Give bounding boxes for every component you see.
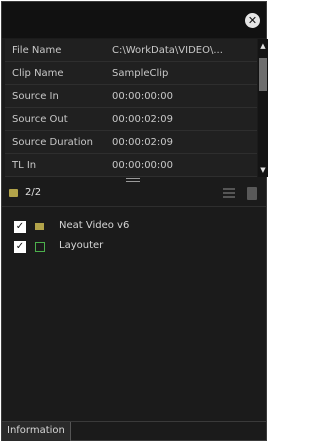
effect-label: Layouter — [59, 240, 104, 251]
table-row: Source In 00:00:00:00 — [5, 85, 257, 108]
property-name: Source Out — [12, 113, 68, 125]
trash-icon[interactable] — [247, 187, 257, 200]
resize-handle[interactable] — [126, 178, 140, 182]
effects-list: ✓ Neat Video v6 ✓ Layouter — [2, 207, 266, 421]
property-value: C:\WorkData\VIDEO\... — [112, 44, 223, 56]
bottom-tab-bar: Information — [2, 421, 266, 441]
property-value: 00:00:00:00 — [112, 90, 174, 102]
list-icon[interactable] — [223, 188, 235, 198]
panel-header: ✕ — [2, 2, 266, 38]
table-row: Source Duration 00:00:02:09 — [5, 131, 257, 154]
property-value: 00:00:02:09 — [112, 136, 174, 148]
scroll-down-icon[interactable]: ▼ — [258, 165, 268, 175]
clip-properties-table: File Name C:\WorkData\VIDEO\... Clip Nam… — [5, 39, 257, 177]
property-name: File Name — [12, 44, 62, 56]
tab-information[interactable]: Information — [2, 422, 71, 441]
layouter-icon — [35, 242, 45, 252]
property-name: Source Duration — [12, 136, 93, 148]
property-name: Source In — [12, 90, 59, 102]
list-item[interactable]: ✓ Layouter — [2, 237, 266, 257]
scroll-up-icon[interactable]: ▲ — [258, 41, 268, 51]
effects-toolbar: 2/2 — [2, 184, 266, 204]
enable-checkbox[interactable]: ✓ — [14, 221, 26, 233]
film-icon — [9, 189, 18, 197]
property-name: Clip Name — [12, 67, 64, 79]
properties-scrollbar[interactable]: ▲ ▼ — [258, 39, 268, 177]
scroll-thumb[interactable] — [259, 58, 267, 91]
table-row: TL In 00:00:00:00 — [5, 154, 257, 177]
property-value: 00:00:02:09 — [112, 113, 174, 125]
effect-label: Neat Video v6 — [59, 220, 130, 231]
film-icon — [35, 223, 44, 230]
enable-checkbox[interactable]: ✓ — [14, 241, 26, 253]
close-icon[interactable]: ✕ — [245, 13, 260, 28]
effect-panel: ✕ File Name C:\WorkData\VIDEO\... Clip N… — [1, 1, 268, 441]
table-row: File Name C:\WorkData\VIDEO\... — [5, 39, 257, 62]
property-name: TL In — [12, 159, 37, 171]
property-value: 00:00:00:00 — [112, 159, 174, 171]
list-item[interactable]: ✓ Neat Video v6 — [2, 217, 266, 237]
table-row: Source Out 00:00:02:09 — [5, 108, 257, 131]
effect-count: 2/2 — [25, 187, 42, 198]
table-row: Clip Name SampleClip — [5, 62, 257, 85]
property-value: SampleClip — [112, 67, 169, 79]
